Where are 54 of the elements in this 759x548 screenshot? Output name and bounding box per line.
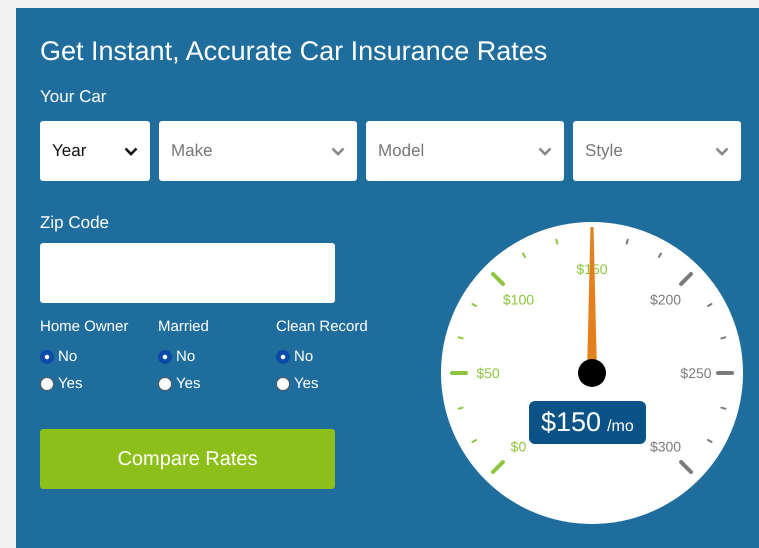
- radio-button[interactable]: [40, 376, 54, 390]
- section-label: Your Car: [40, 87, 108, 107]
- group-label: Home Owner: [40, 318, 130, 335]
- tick-mark: [472, 303, 477, 307]
- dial-label: $250: [680, 365, 712, 381]
- dial-label: $0: [510, 438, 526, 455]
- option-label[interactable]: Yes: [176, 375, 200, 392]
- rate-unit: /mo: [607, 418, 634, 436]
- group-label: Clean Record: [276, 318, 368, 335]
- tick-mark: [491, 272, 505, 286]
- tick-mark: [679, 460, 693, 474]
- tick-mark: [707, 439, 712, 443]
- tick-mark: [707, 303, 712, 307]
- tick-mark: [458, 336, 464, 340]
- tick-mark: [522, 252, 526, 258]
- radio-button[interactable]: [40, 350, 54, 364]
- chevron-icon: [538, 146, 552, 156]
- tick-mark: [626, 238, 629, 245]
- field-label: Zip Code: [40, 213, 110, 233]
- option-label[interactable]: Yes: [294, 375, 318, 392]
- form-title: Get Instant, Accurate Car Insurance Rates: [40, 36, 548, 67]
- radio-button[interactable]: [158, 376, 172, 390]
- dial-label: $300: [650, 438, 682, 455]
- option-label[interactable]: No: [294, 348, 314, 365]
- rate-value: $150: [541, 407, 602, 438]
- needle-hub: [578, 359, 606, 387]
- tick-mark: [555, 238, 558, 245]
- radio-button[interactable]: [276, 376, 290, 390]
- zip-field[interactable]: [40, 243, 335, 303]
- tick-mark: [720, 336, 726, 340]
- tick-mark: [458, 406, 464, 410]
- chevron-icon: [715, 146, 729, 156]
- tick-mark: [716, 371, 734, 375]
- dropdown-field[interactable]: Model: [366, 121, 564, 181]
- tick-mark: [472, 439, 477, 443]
- dial-label: $100: [502, 291, 534, 308]
- option-label[interactable]: No: [176, 348, 196, 365]
- tick-mark: [450, 371, 468, 375]
- dropdown-field[interactable]: Style: [573, 121, 741, 181]
- dropdown-field[interactable]: Year: [40, 121, 150, 181]
- tick-mark: [491, 460, 505, 474]
- dial-label: $200: [650, 291, 682, 308]
- option-label[interactable]: No: [58, 348, 78, 365]
- option-label[interactable]: Yes: [58, 375, 82, 392]
- tick-mark: [679, 272, 693, 286]
- tick-mark: [658, 252, 662, 258]
- radio-button[interactable]: [158, 350, 172, 364]
- radio-button[interactable]: [276, 350, 290, 364]
- chevron-icon: [124, 146, 138, 156]
- chevron-icon: [331, 146, 345, 156]
- dial-label: $50: [476, 365, 500, 381]
- tick-mark: [720, 406, 726, 410]
- group-label: Married: [158, 318, 210, 335]
- dropdown-field[interactable]: Make: [159, 121, 357, 181]
